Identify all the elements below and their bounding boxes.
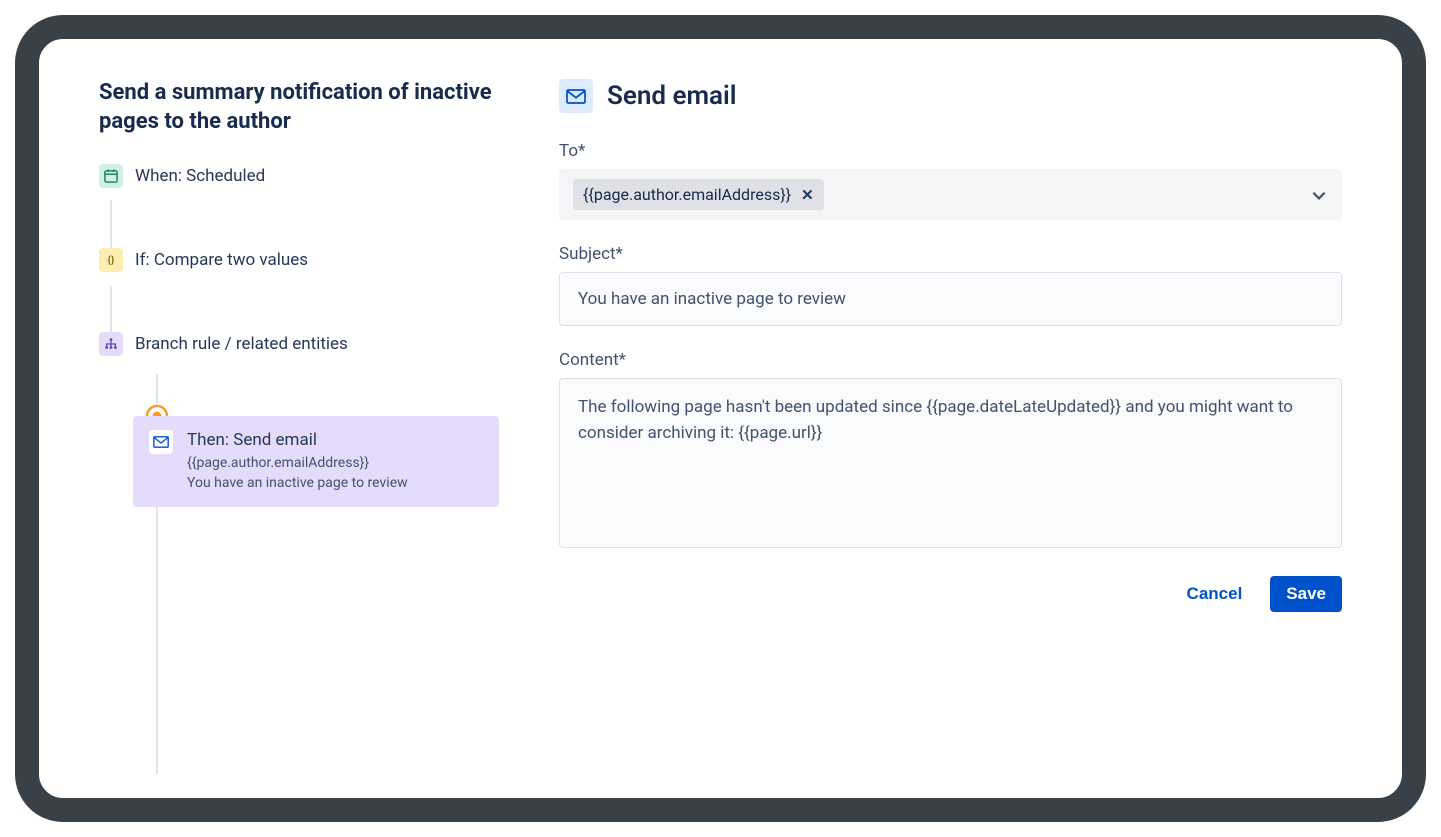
remove-chip-icon[interactable]: ✕ bbox=[801, 186, 814, 204]
content-textarea[interactable] bbox=[559, 378, 1342, 548]
step-then-line1: {{page.author.emailAddress}} bbox=[187, 454, 483, 474]
step-when[interactable]: When: Scheduled bbox=[99, 164, 499, 188]
step-then-body: Then: Send email {{page.author.emailAddr… bbox=[187, 430, 483, 493]
svg-text:{}: {} bbox=[108, 254, 115, 267]
to-chip: {{page.author.emailAddress}} ✕ bbox=[573, 179, 824, 210]
to-label: To* bbox=[559, 141, 1342, 161]
field-subject: Subject* bbox=[559, 244, 1342, 326]
content-label: Content* bbox=[559, 350, 1342, 370]
field-to: To* {{page.author.emailAddress}} ✕ bbox=[559, 141, 1342, 220]
step-then-line2: You have an inactive page to review bbox=[187, 474, 483, 494]
rule-sidebar: Send a summary notification of inactive … bbox=[99, 79, 499, 758]
mail-icon bbox=[559, 79, 593, 113]
save-button[interactable]: Save bbox=[1270, 576, 1342, 612]
step-if-label: If: Compare two values bbox=[135, 250, 308, 270]
branch-icon bbox=[99, 332, 123, 356]
panel-title: Send email bbox=[607, 81, 737, 111]
cancel-button[interactable]: Cancel bbox=[1171, 576, 1259, 612]
app-frame: Send a summary notification of inactive … bbox=[15, 15, 1426, 822]
step-branch-label: Branch rule / related entities bbox=[135, 334, 348, 354]
braces-icon: {} bbox=[99, 248, 123, 272]
calendar-icon bbox=[99, 164, 123, 188]
mail-icon bbox=[149, 430, 173, 454]
step-when-label: When: Scheduled bbox=[135, 166, 265, 186]
panel-header: Send email bbox=[559, 79, 1342, 113]
to-chip-text: {{page.author.emailAddress}} bbox=[583, 185, 791, 204]
rule-title: Send a summary notification of inactive … bbox=[99, 79, 499, 136]
subject-label: Subject* bbox=[559, 244, 1342, 264]
field-content: Content* bbox=[559, 350, 1342, 552]
step-if[interactable]: {} If: Compare two values bbox=[99, 248, 499, 272]
step-then-title: Then: Send email bbox=[187, 430, 483, 450]
chevron-down-icon[interactable] bbox=[1310, 186, 1328, 204]
step-branch[interactable]: Branch rule / related entities bbox=[99, 332, 499, 356]
layout: Send a summary notification of inactive … bbox=[99, 79, 1342, 758]
subject-input[interactable] bbox=[559, 272, 1342, 326]
config-panel: Send email To* {{page.author.emailAddres… bbox=[559, 79, 1342, 758]
action-row: Cancel Save bbox=[559, 576, 1342, 612]
step-then-card[interactable]: Then: Send email {{page.author.emailAddr… bbox=[133, 416, 499, 507]
to-input[interactable]: {{page.author.emailAddress}} ✕ bbox=[559, 169, 1342, 220]
